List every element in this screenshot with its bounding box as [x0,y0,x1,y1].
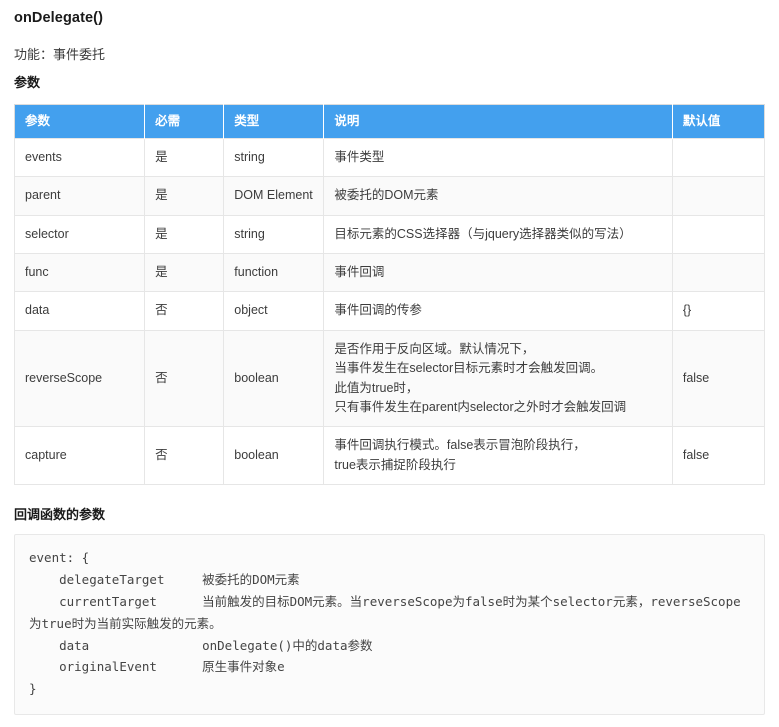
callback-code-block: event: { delegateTarget 被委托的DOM元素 curren… [14,534,765,716]
cell-default [671,252,766,293]
cell-desc: 事件回调 [323,252,673,293]
cell-type: object [223,291,325,331]
cell-required: 是 [144,137,225,178]
cell-param: parent [13,176,146,216]
table-header-row: 参数 必需 类型 说明 默认值 [14,104,765,139]
cell-desc: 事件回调执行模式。false表示冒泡阶段执行， true表示捕捉阶段执行 [323,426,673,485]
column-header-type: 类型 [223,104,325,139]
cell-desc: 目标元素的CSS选择器（与jquery选择器类似的写法） [323,214,673,255]
callback-section-label: 回调函数的参数 [14,507,106,522]
cell-required: 否 [144,329,225,428]
table-row: events 是 string 事件类型 [13,137,766,178]
cell-default: false [671,329,766,428]
cell-param: func [13,252,146,293]
cell-type: string [223,214,325,255]
column-header-default: 默认值 [672,104,765,139]
table-row: func 是 function 事件回调 [13,252,766,293]
cell-param: reverseScope [13,329,146,428]
documentation-page: onDelegate() 功能：事件委托 参数 参数 必需 类型 说明 默认值 … [0,0,779,716]
parameters-table: 参数 必需 类型 说明 默认值 events 是 string 事件类型 par… [13,104,766,485]
cell-param: data [13,291,146,331]
cell-param: capture [13,426,146,485]
page-title: onDelegate() [14,10,104,26]
cell-required: 是 [144,176,225,216]
cell-type: boolean [223,426,325,485]
cell-default [671,137,766,178]
cell-required: 否 [144,291,225,331]
cell-required: 是 [144,214,225,255]
table-row: parent 是 DOM Element 被委托的DOM元素 [13,176,766,216]
cell-param: selector [13,214,146,255]
column-header-required: 必需 [144,104,225,139]
cell-default: {} [671,291,766,331]
table-row: selector 是 string 目标元素的CSS选择器（与jquery选择器… [13,214,766,255]
column-header-param: 参数 [14,104,146,139]
cell-desc: 被委托的DOM元素 [323,176,673,216]
cell-type: string [223,137,325,178]
cell-type: DOM Element [223,176,325,216]
cell-required: 否 [144,426,225,485]
cell-default [671,214,766,255]
table-row: capture 否 boolean 事件回调执行模式。false表示冒泡阶段执行… [13,426,766,485]
function-description: 功能：事件委托 [14,47,106,62]
table-row: data 否 object 事件回调的传参 {} [13,291,766,331]
cell-desc: 是否作用于反向区域。默认情况下， 当事件发生在selector目标元素时才会触发… [323,329,673,428]
cell-type: function [223,252,325,293]
cell-default [671,176,766,216]
cell-param: events [13,137,146,178]
cell-default: false [671,426,766,485]
cell-desc: 事件类型 [323,137,673,178]
table-row: reverseScope 否 boolean 是否作用于反向区域。默认情况下， … [13,329,766,428]
cell-desc: 事件回调的传参 [323,291,673,331]
cell-type: boolean [223,329,325,428]
parameters-section-label: 参数 [14,75,41,90]
column-header-desc: 说明 [323,104,673,139]
cell-required: 是 [144,252,225,293]
